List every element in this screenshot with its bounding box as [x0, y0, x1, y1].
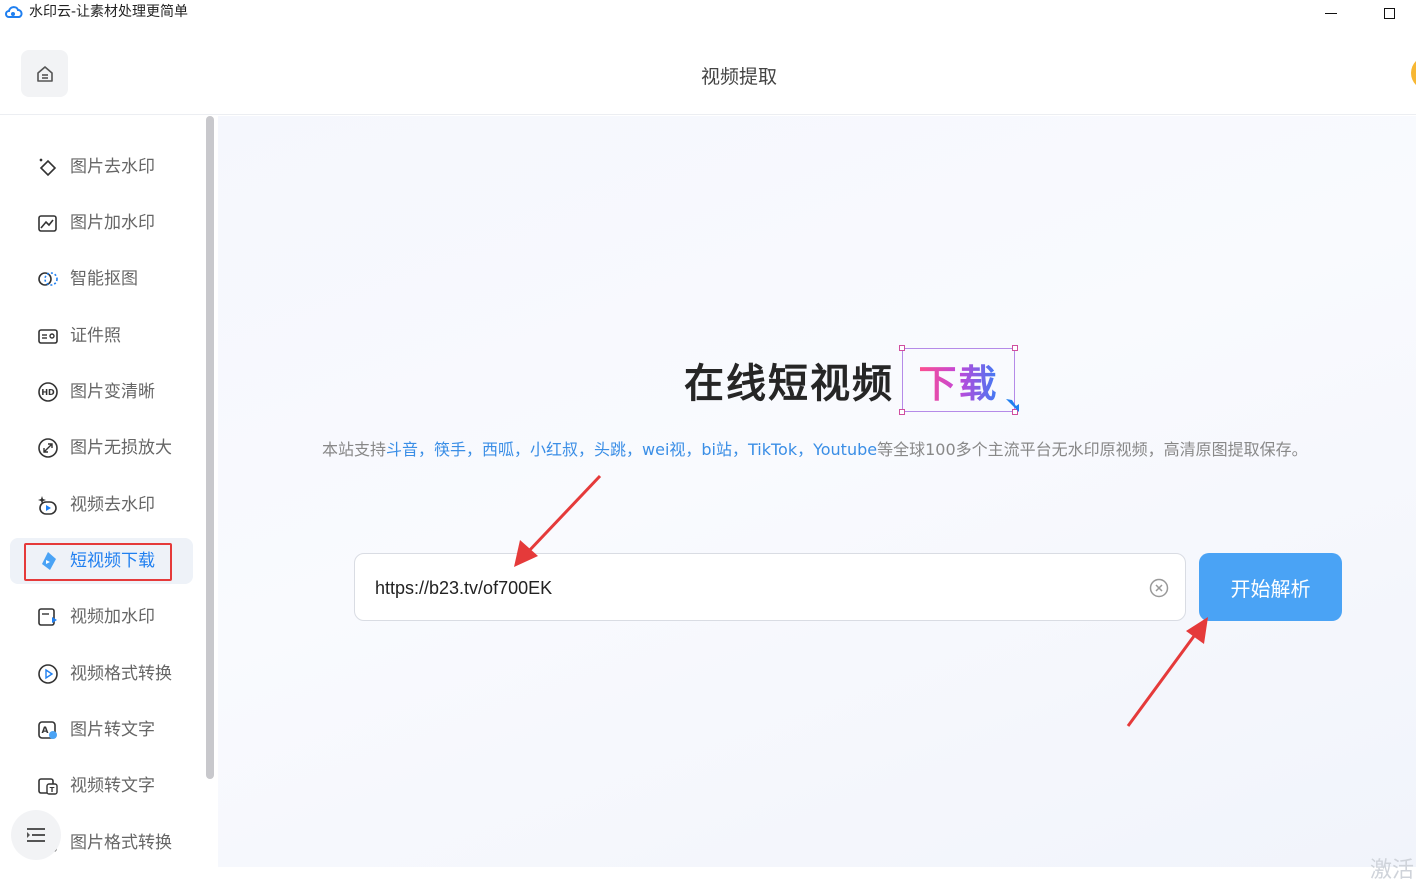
hero-tag-box: 下载 — [899, 345, 1019, 415]
page-title: 视频提取 — [700, 66, 777, 88]
sidebar-item-label: 智能抠图 — [70, 269, 138, 289]
maximize-icon — [1383, 7, 1395, 19]
url-input-box — [354, 553, 1186, 621]
cloud-logo-icon — [5, 6, 23, 18]
sidebar-item-label: 图片转文字 — [70, 720, 155, 740]
desc-suffix: 等全球100多个主流平台无水印原视频，高清原图提取保存。 — [877, 440, 1308, 459]
video-text-icon: T — [38, 778, 58, 795]
sidebar-item-label: 视频格式转换 — [70, 664, 172, 684]
svg-text:HD: HD — [41, 388, 55, 397]
image-text-icon: A — [38, 721, 57, 739]
download-icon — [42, 552, 56, 570]
url-input[interactable] — [375, 574, 1135, 602]
cursor-arrow-icon — [1006, 399, 1019, 412]
hero-tag: 下载 — [918, 353, 998, 408]
video-mark-icon — [38, 608, 57, 626]
app-header: 视频提取 — [0, 26, 1416, 115]
maximize-button[interactable] — [1366, 0, 1412, 26]
sidebar-item-label: 证件照 — [70, 326, 121, 346]
sidebar-item-label: 视频转文字 — [70, 776, 155, 796]
hd-icon: HD — [38, 382, 58, 402]
svg-text:A: A — [42, 726, 49, 736]
hero-title: 在线短视频 — [684, 361, 894, 407]
sidebar: 图片去水印 图片加水印 智能抠图 证件照 HD 图片变清晰 图片无损放大 视频去… — [0, 116, 218, 867]
collapse-menu-button[interactable] — [11, 810, 61, 860]
sidebar-item-label: 图片加水印 — [70, 213, 155, 233]
menu-collapse-icon — [27, 828, 45, 842]
platform-list: 斗音，筷手，西呱，小红叔，头跳，wei视，bi站，TikTok，Youtube — [386, 440, 878, 459]
hero-heading: 在线短视频 下载 — [684, 345, 1019, 415]
title-bar: 水印云-让素材处理更简单 — [0, 0, 1416, 26]
expand-icon — [38, 438, 58, 458]
sidebar-item-label: 图片格式转换 — [70, 833, 172, 853]
main-panel: 在线短视频 下载 本站支持斗音，筷手，西呱，小红叔，头跳，wei视，bi站，Ti… — [218, 116, 1416, 883]
sidebar-item-video-to-text[interactable]: T 视频转文字 — [10, 763, 193, 809]
image-edit-icon — [38, 215, 57, 232]
sidebar-item-label: 短视频下载 — [70, 551, 155, 571]
sidebar-scrollbar[interactable] — [206, 116, 214, 779]
cutout-icon — [38, 272, 58, 286]
sidebar-item-video-watermark-remove[interactable]: 视频去水印 — [10, 482, 193, 528]
sidebar-item-image-watermark-add[interactable]: 图片加水印 — [10, 200, 193, 246]
id-card-icon — [38, 329, 58, 344]
resize-handle — [899, 409, 905, 415]
window-title: 水印云-让素材处理更简单 — [29, 4, 189, 20]
sidebar-item-label: 图片变清晰 — [70, 382, 155, 402]
sidebar-item-id-photo[interactable]: 证件照 — [10, 313, 193, 359]
clear-circle-icon[interactable] — [1148, 577, 1170, 599]
sidebar-item-smart-cutout[interactable]: 智能抠图 — [10, 256, 193, 302]
sidebar-item-image-to-text[interactable]: A 图片转文字 — [10, 707, 193, 753]
minimize-icon — [1325, 12, 1337, 14]
sidebar-item-label: 视频加水印 — [70, 607, 155, 627]
sidebar-item-label: 图片无损放大 — [70, 438, 172, 458]
sidebar-item-video-format[interactable]: 视频格式转换 — [10, 651, 193, 697]
video-clean-icon — [38, 496, 57, 515]
sidebar-item-image-sharpen[interactable]: HD 图片变清晰 — [10, 369, 193, 415]
minimize-button[interactable] — [1308, 0, 1354, 26]
supported-platforms-text: 本站支持斗音，筷手，西呱，小红叔，头跳，wei视，bi站，TikTok，Yout… — [322, 436, 1308, 460]
eraser-icon — [39, 158, 57, 177]
sidebar-item-short-video-download[interactable]: 短视频下载 — [10, 538, 193, 584]
svg-text:T: T — [50, 786, 55, 794]
sidebar-item-image-upscale[interactable]: 图片无损放大 — [10, 425, 193, 471]
sidebar-item-label: 图片去水印 — [70, 157, 155, 177]
resize-handle — [1012, 345, 1018, 351]
resize-handle — [899, 345, 905, 351]
play-circle-icon — [38, 664, 58, 684]
start-parse-button[interactable]: 开始解析 — [1199, 553, 1342, 621]
desc-prefix: 本站支持 — [322, 440, 387, 459]
activation-watermark: 激活 — [1370, 858, 1415, 883]
sidebar-item-image-watermark-remove[interactable]: 图片去水印 — [10, 144, 193, 190]
sidebar-item-label: 视频去水印 — [70, 495, 155, 515]
sidebar-item-video-watermark-add[interactable]: 视频加水印 — [10, 594, 193, 640]
